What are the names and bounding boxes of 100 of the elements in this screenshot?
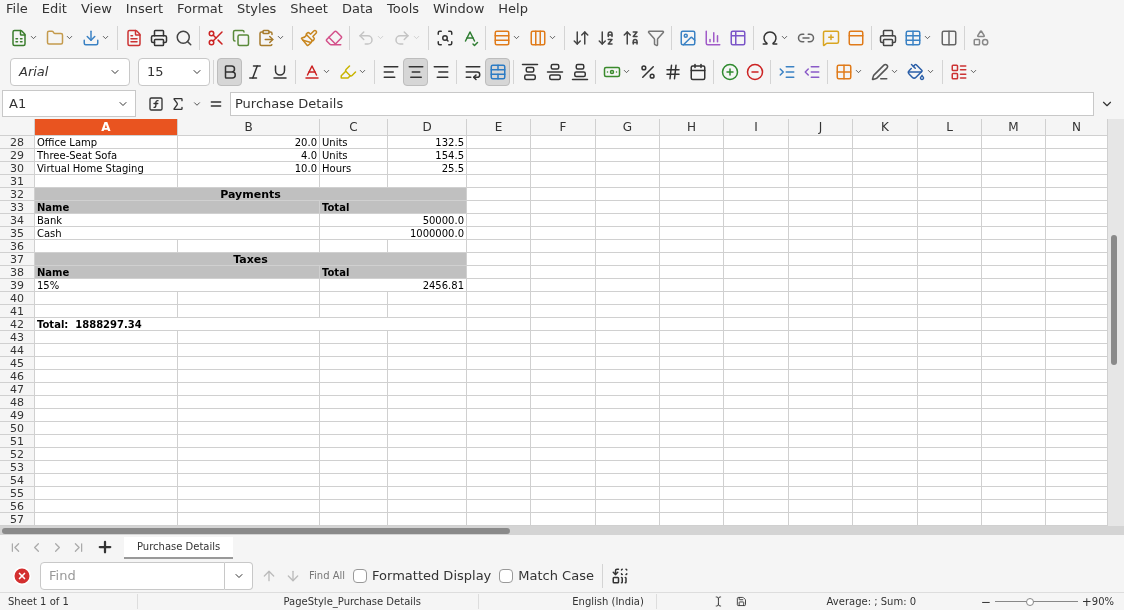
row-number[interactable]: 31 [0,175,35,188]
menu-item[interactable]: Data [341,0,373,19]
sheet-tab[interactable]: Purchase Details [124,537,234,559]
menu-item[interactable]: File [6,0,28,19]
empty-cell [531,370,596,383]
column-header[interactable]: I [724,119,789,136]
empty-cell [531,266,596,279]
function-icon[interactable] [148,95,164,112]
row-number[interactable]: 55 [0,487,35,500]
column-header[interactable]: H [660,119,724,136]
menu-item[interactable]: Sheet [290,0,328,19]
zoom-out-button[interactable]: − [980,592,991,610]
slider-thumb[interactable] [1025,597,1034,606]
empty-cell [467,240,531,253]
row-number[interactable]: 34 [0,214,35,227]
row-number[interactable]: 38 [0,266,35,279]
sum-icon[interactable] [170,95,186,112]
row-number[interactable]: 36 [0,240,35,253]
row-number[interactable]: 30 [0,162,35,175]
row-number[interactable]: 40 [0,292,35,305]
merge-cells-button[interactable] [485,57,510,86]
column-header[interactable]: J [789,119,853,136]
empty-cell [467,344,531,357]
row-number[interactable]: 50 [0,422,35,435]
row-number[interactable]: 45 [0,357,35,370]
row-number[interactable]: 32 [0,188,35,201]
column-header[interactable]: K [853,119,918,136]
row-number[interactable]: 44 [0,344,35,357]
column-header[interactable]: C [320,119,388,136]
row-number[interactable]: 46 [0,370,35,383]
align-center-button[interactable] [403,57,428,86]
empty-cell [660,487,724,500]
row-number[interactable]: 43 [0,331,35,344]
row-number[interactable]: 47 [0,383,35,396]
empty-cell [531,201,596,214]
table-cell: 15% [35,279,320,292]
empty-cell [467,461,531,474]
menu-item[interactable]: Insert [125,0,164,19]
formula-input[interactable]: Purchase Details [230,91,1094,116]
bold-button[interactable] [217,57,242,86]
empty-cell [982,266,1046,279]
empty-cell [789,279,853,292]
empty-cell [853,396,918,409]
empty-cell [320,461,388,474]
column-header[interactable]: L [918,119,982,136]
find-field[interactable]: Find [40,561,225,590]
menu-item[interactable]: View [80,0,112,19]
eraser-icon [324,28,343,47]
empty-cell [789,136,853,149]
zoom-percent[interactable]: 90% [1091,594,1124,609]
horizontal-scrollbar[interactable] [0,526,1124,535]
row-number[interactable]: 54 [0,474,35,487]
checkbox[interactable] [353,568,368,583]
vertical-scrollbar[interactable] [1108,119,1124,526]
row-number[interactable]: 29 [0,149,35,162]
column-header[interactable]: B [178,119,320,136]
font-size-field[interactable]: 15 [138,57,210,86]
column-header[interactable]: G [596,119,660,136]
row-number[interactable]: 28 [0,136,35,149]
row-number[interactable]: 57 [0,513,35,526]
empty-cell [724,396,789,409]
empty-cell [982,318,1046,331]
column-header[interactable]: D [388,119,467,136]
row-number[interactable]: 48 [0,396,35,409]
menu-item[interactable]: Styles [236,0,277,19]
menu-item[interactable]: Tools [387,0,420,19]
row-number[interactable]: 56 [0,500,35,513]
row-number[interactable]: 35 [0,227,35,240]
column-header[interactable]: E [467,119,531,136]
row-number[interactable]: 41 [0,305,35,318]
scrollbar-thumb[interactable] [1111,235,1117,365]
find-all-button[interactable]: Find All [309,568,346,583]
name-box[interactable]: A1 [2,90,136,117]
column-header[interactable]: A [35,119,178,136]
menu-item[interactable]: Help [498,0,528,19]
menu-item[interactable]: Edit [41,0,67,19]
column-header[interactable]: F [531,119,596,136]
row-number[interactable]: 33 [0,201,35,214]
empty-cell [660,240,724,253]
font-name-field[interactable]: Arial [10,57,130,86]
add-sheet-icon[interactable] [96,538,114,556]
column-header[interactable]: M [982,119,1046,136]
row-number[interactable]: 39 [0,279,35,292]
scrollbar-thumb[interactable] [2,527,510,534]
row-number[interactable]: 52 [0,448,35,461]
highlight-icon [339,62,357,81]
row-number[interactable]: 51 [0,435,35,448]
close-icon[interactable] [12,565,32,586]
row-number[interactable]: 49 [0,409,35,422]
column-header[interactable]: N [1046,119,1108,136]
empty-cell [660,266,724,279]
row-number[interactable]: 53 [0,461,35,474]
menu-item[interactable]: Window [433,0,485,19]
empty-cell [724,474,789,487]
row-number[interactable]: 37 [0,253,35,266]
zoom-in-button[interactable]: + [1081,592,1092,610]
menu-item[interactable]: Format [177,0,223,19]
checkbox[interactable] [499,568,514,583]
zoom-slider[interactable] [994,596,1078,607]
row-number[interactable]: 42 [0,318,35,331]
